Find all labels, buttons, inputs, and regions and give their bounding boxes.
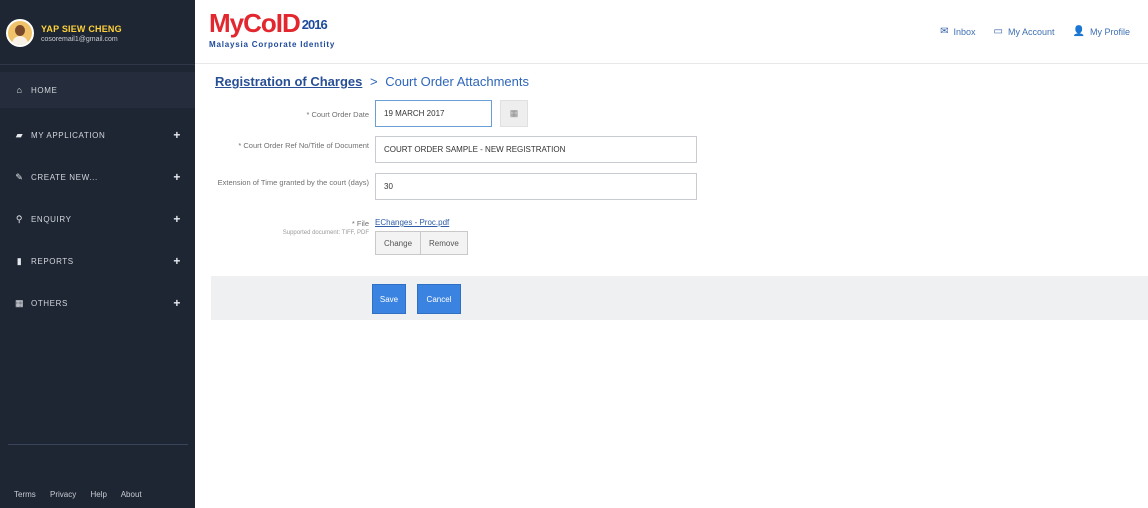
my-profile-label: My Profile (1089, 26, 1130, 37)
home-icon: ⌂ (16, 84, 23, 95)
user-email: cosoremail1@gmail.com (41, 35, 118, 43)
footer-link-about[interactable]: About (121, 490, 142, 499)
sidebar-item-label: CREATE NEW... (31, 172, 98, 182)
footer-link-terms[interactable]: Terms (14, 490, 36, 499)
plus-icon: + (173, 170, 181, 184)
file-hint: Supported document: TIFF, PDF (282, 230, 369, 236)
my-profile-link[interactable]: 👤 My Profile (1073, 26, 1130, 37)
top-header: MyCoID 2016 Malaysia Corporate Identity ✉… (195, 0, 1148, 64)
sidebar-footer-divider (8, 444, 188, 445)
logo-subtitle: Malaysia Corporate Identity (209, 40, 336, 49)
grid-icon: ▦ (15, 297, 25, 308)
envelope-icon: ✉ (940, 26, 949, 37)
sidebar-item-label: OTHERS (31, 298, 68, 308)
extension-label: Extension of Time granted by the court (… (217, 178, 369, 187)
court-order-date-row: * Court Order Date 19 MARCH 2017 ▦ (195, 100, 528, 127)
top-links: ✉ Inbox ▭ My Account 👤 My Profile (940, 26, 1148, 37)
user-box[interactable]: YAP SIEW CHENG cosoremail1@gmail.com (6, 12, 191, 54)
user-info: YAP SIEW CHENG cosoremail1@gmail.com (41, 24, 122, 43)
ref-no-row: * Court Order Ref No/Title of Document C… (195, 136, 697, 163)
mycoid-logo[interactable]: MyCoID 2016 Malaysia Corporate Identity (209, 10, 335, 49)
form-action-bar: Save Cancel (211, 276, 1148, 320)
footer-link-privacy[interactable]: Privacy (50, 490, 76, 499)
sidebar-item-enquiry[interactable]: ⚲ ENQUIRY + (0, 198, 195, 240)
sidebar-item-label: HOME (31, 85, 58, 95)
my-account-label: My Account (1008, 26, 1055, 37)
logo-wordmark: MyCoID 2016 (209, 8, 328, 38)
file-icon: ▮ (16, 255, 23, 266)
plus-icon: + (173, 128, 181, 142)
sidebar-item-label: REPORTS (31, 256, 74, 266)
calendar-button[interactable]: ▦ (500, 100, 528, 127)
plus-icon: + (173, 254, 181, 268)
plus-icon: + (173, 212, 181, 226)
card-icon: ▭ (993, 26, 1003, 37)
breadcrumb: Registration of Charges > Court Order At… (215, 74, 529, 89)
extension-input[interactable]: 30 (375, 173, 697, 200)
extension-row: Extension of Time granted by the court (… (195, 173, 697, 200)
my-account-link[interactable]: ▭ My Account (994, 26, 1055, 37)
breadcrumb-parent[interactable]: Registration of Charges (215, 74, 362, 89)
sidebar-divider (0, 64, 195, 65)
file-row: * File Supported document: TIFF, PDF ECh… (195, 218, 468, 255)
sidebar-item-label: MY APPLICATION (31, 130, 106, 140)
briefcase-icon: ▰ (15, 129, 24, 140)
change-file-button[interactable]: Change (375, 231, 422, 255)
breadcrumb-current: Court Order Attachments (385, 74, 529, 89)
app-window: YAP SIEW CHENG cosoremail1@gmail.com ⌂ H… (0, 0, 1148, 508)
sidebar-footer: Terms Privacy Help About (14, 490, 154, 499)
sidebar-item-reports[interactable]: ▮ REPORTS + (0, 240, 195, 282)
file-name-link[interactable]: EChanges - Proc.pdf (375, 218, 468, 227)
breadcrumb-separator: > (369, 74, 378, 89)
court-order-date-input[interactable]: 19 MARCH 2017 (375, 100, 492, 127)
sidebar-item-label: ENQUIRY (31, 214, 72, 224)
inbox-link[interactable]: ✉ Inbox (940, 26, 975, 37)
sidebar-item-my-application[interactable]: ▰ MY APPLICATION + (0, 114, 195, 156)
plus-icon: + (173, 296, 181, 310)
file-controls: EChanges - Proc.pdf Change Remove (375, 218, 468, 255)
edit-icon: ✎ (15, 171, 24, 182)
avatar (6, 19, 34, 47)
ref-no-input[interactable]: COURT ORDER SAMPLE - NEW REGISTRATION (375, 136, 697, 163)
calendar-icon: ▦ (509, 108, 519, 118)
cancel-button[interactable]: Cancel (417, 284, 461, 314)
sidebar-item-create-new[interactable]: ✎ CREATE NEW... + (0, 156, 195, 198)
sidebar: YAP SIEW CHENG cosoremail1@gmail.com ⌂ H… (0, 0, 195, 508)
file-label: * File (351, 219, 369, 228)
inbox-label: Inbox (953, 26, 976, 37)
save-button[interactable]: Save (372, 284, 406, 314)
main-content: Registration of Charges > Court Order At… (195, 64, 1148, 508)
footer-link-help[interactable]: Help (90, 490, 106, 499)
remove-file-button[interactable]: Remove (421, 231, 468, 255)
ref-no-label: * Court Order Ref No/Title of Document (238, 141, 369, 150)
court-order-date-label: * Court Order Date (306, 110, 369, 119)
sidebar-nav: ⌂ HOME ▰ MY APPLICATION + ✎ CREATE NEW..… (0, 72, 195, 324)
user-name: YAP SIEW CHENG (41, 23, 122, 34)
search-icon: ⚲ (15, 213, 24, 224)
user-icon: 👤 (1072, 26, 1085, 37)
sidebar-item-home[interactable]: ⌂ HOME (0, 72, 195, 108)
file-buttons: Change Remove (375, 231, 468, 255)
sidebar-item-others[interactable]: ▦ OTHERS + (0, 282, 195, 324)
file-label-group: * File Supported document: TIFF, PDF (195, 218, 375, 237)
